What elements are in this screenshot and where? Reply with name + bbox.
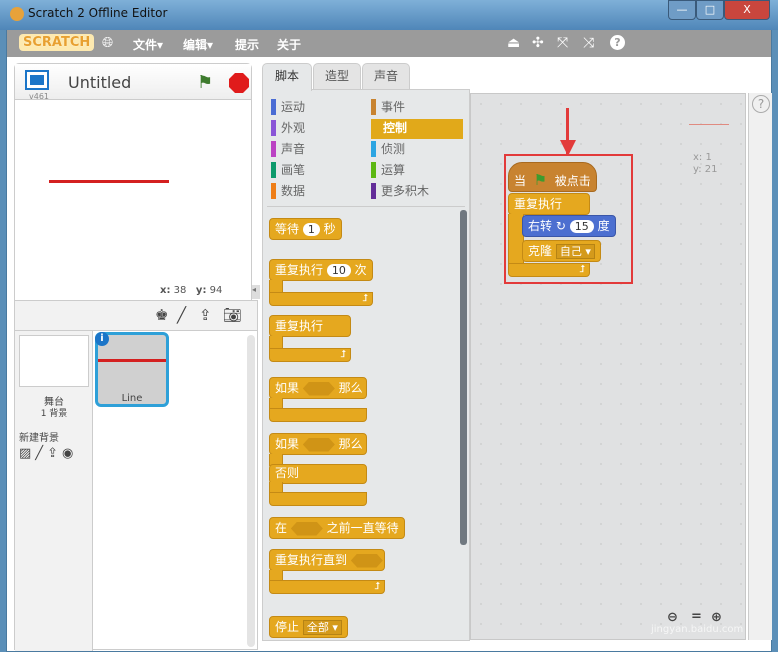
script-area[interactable]: x: 1 y: 21 当 ⚑ 被点击 重复执行 右转 ↻ 15 度 克隆 自己 ▾… bbox=[470, 93, 746, 640]
block-create-clone[interactable]: 克隆 自己 ▾ bbox=[522, 240, 601, 262]
tab-sounds[interactable]: 声音 bbox=[362, 63, 410, 90]
green-flag-icon: ⚑ bbox=[533, 171, 548, 189]
watermark: jingyan.baidu.com bbox=[651, 624, 744, 635]
help-icon[interactable]: ? bbox=[752, 95, 770, 113]
app-icon bbox=[10, 7, 24, 21]
tab-costumes[interactable]: 造型 bbox=[313, 63, 361, 90]
title-bar: Scratch 2 Offline Editor — □ X bbox=[0, 0, 778, 30]
block-wait[interactable]: 等待 1 秒 bbox=[269, 218, 342, 240]
block-stop[interactable]: 停止 全部 ▾ bbox=[269, 616, 348, 638]
shrink-icon[interactable]: ⤨ bbox=[583, 35, 594, 51]
upload-sprite-icon[interactable]: ⇪ bbox=[199, 306, 212, 324]
zoom-in-icon[interactable]: ⊕ bbox=[711, 610, 722, 625]
scratch-logo[interactable]: SCRATCH bbox=[19, 34, 95, 51]
block-else-label: 否则 bbox=[269, 464, 367, 484]
block-turn-right[interactable]: 右转 ↻ 15 度 bbox=[522, 215, 616, 237]
version-label: v461 bbox=[29, 92, 50, 101]
stage-thumbnail[interactable] bbox=[19, 335, 89, 387]
project-title[interactable]: Untitled bbox=[68, 73, 131, 92]
stop-icon[interactable] bbox=[229, 73, 249, 93]
sprite-pane: ♚ ╱ ⇪ 📷︎ 舞台 1 背景 新建背景 ▨╱⇪◉ Line i bbox=[14, 300, 258, 651]
cut-icon[interactable]: ✣ bbox=[532, 35, 544, 51]
stage-panel: v461 Untitled ⚑ bbox=[14, 63, 252, 303]
category-data[interactable]: 数据 bbox=[271, 182, 363, 202]
block-if-then[interactable]: 如果 那么 bbox=[269, 377, 367, 399]
category-looks[interactable]: 外观 bbox=[271, 119, 363, 139]
menu-edit[interactable]: 编辑▾ bbox=[183, 36, 213, 53]
category-pen[interactable]: 画笔 bbox=[271, 161, 363, 181]
close-button[interactable]: X bbox=[724, 0, 770, 20]
stage-header: v461 Untitled ⚑ bbox=[15, 64, 251, 101]
category-more-blocks[interactable]: 更多积木 bbox=[371, 182, 463, 202]
block-palette: 运动 外观 声音 画笔 数据 事件 控制 侦测 运算 更多积木 等待 1 秒 重… bbox=[262, 89, 470, 641]
category-sensing[interactable]: 侦测 bbox=[371, 140, 463, 160]
backdrop-count: 1 背景 bbox=[40, 409, 68, 419]
block-when-flag-clicked[interactable]: 当 ⚑ 被点击 bbox=[508, 162, 597, 192]
minimize-button[interactable]: — bbox=[668, 0, 696, 20]
sprite-preview-line bbox=[689, 124, 729, 125]
zoom-out-icon[interactable]: ⊖ bbox=[667, 610, 678, 625]
help-icon[interactable]: ? bbox=[610, 35, 625, 50]
maximize-button[interactable]: □ bbox=[696, 0, 724, 20]
category-sound[interactable]: 声音 bbox=[271, 140, 363, 160]
block-repeat[interactable]: 重复执行 10 次 bbox=[269, 259, 373, 281]
stamp-icon[interactable]: ⏏ bbox=[507, 35, 520, 51]
globe-icon[interactable]: 🌐︎ bbox=[102, 35, 113, 51]
palette-scrollbar[interactable] bbox=[460, 210, 467, 545]
category-control[interactable]: 控制 bbox=[371, 119, 463, 139]
line-sprite[interactable] bbox=[49, 180, 169, 183]
green-flag-icon[interactable]: ⚑ bbox=[197, 72, 213, 93]
block-forever-script[interactable]: 重复执行 bbox=[508, 193, 590, 215]
sprite-scrollbar[interactable] bbox=[247, 335, 255, 647]
tab-scripts[interactable]: 脚本 bbox=[262, 63, 312, 91]
zoom-reset-button[interactable]: = bbox=[691, 609, 702, 624]
window-title: Scratch 2 Offline Editor bbox=[28, 6, 168, 20]
fullscreen-icon[interactable] bbox=[25, 70, 49, 90]
category-operators[interactable]: 运算 bbox=[371, 161, 463, 181]
menu-bar: SCRATCH 🌐︎ 文件▾ 编辑▾ 提示 关于 ⏏ ✣ ⤧ ⤨ ? bbox=[7, 30, 771, 57]
category-motion[interactable]: 运动 bbox=[271, 98, 363, 118]
new-backdrop-icons[interactable]: ▨╱⇪◉ bbox=[19, 446, 77, 461]
sprite-position: x: 1 y: 21 bbox=[693, 152, 718, 175]
block-forever[interactable]: 重复执行 bbox=[269, 315, 351, 337]
sprite-name: Line bbox=[121, 393, 143, 404]
block-if-else[interactable]: 如果 那么 bbox=[269, 433, 367, 455]
mouse-coordinates: x: 38 y: 94 bbox=[160, 285, 223, 296]
menu-file[interactable]: 文件▾ bbox=[133, 36, 163, 53]
block-repeat-until[interactable]: 重复执行直到 bbox=[269, 549, 385, 571]
camera-sprite-icon[interactable]: 📷︎ bbox=[223, 306, 242, 324]
menu-about[interactable]: 关于 bbox=[277, 36, 301, 53]
paint-sprite-icon[interactable]: ╱ bbox=[177, 306, 186, 324]
new-backdrop-label: 新建背景 bbox=[19, 433, 59, 444]
menu-tips[interactable]: 提示 bbox=[235, 36, 259, 53]
collapse-stage-arrow[interactable]: ◂ bbox=[252, 285, 260, 299]
tips-panel-collapsed: ? bbox=[748, 93, 772, 640]
block-wait-until[interactable]: 在 之前一直等待 bbox=[269, 517, 405, 539]
choose-sprite-icon[interactable]: ♚ bbox=[155, 306, 168, 324]
grow-icon[interactable]: ⤧ bbox=[557, 35, 568, 51]
category-events[interactable]: 事件 bbox=[371, 98, 463, 118]
info-icon[interactable]: i bbox=[95, 332, 109, 346]
